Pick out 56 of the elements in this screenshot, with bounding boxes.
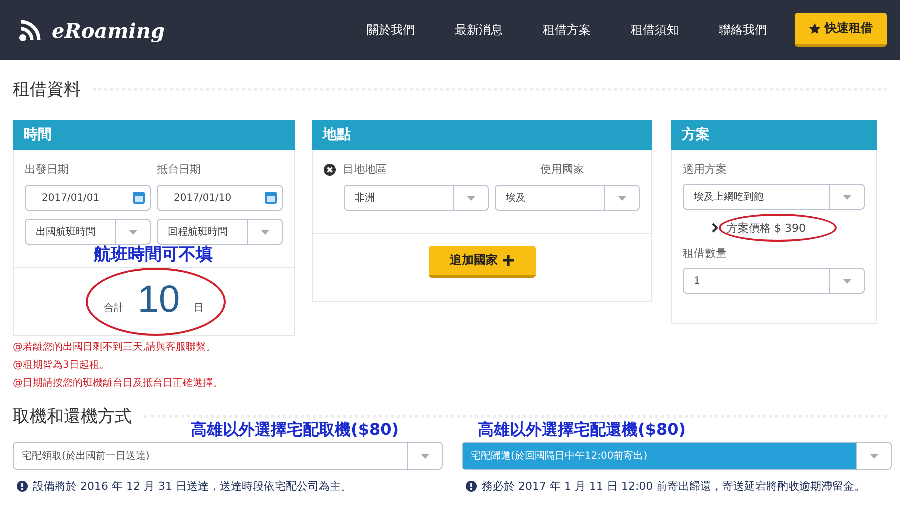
caret-icon bbox=[420, 454, 430, 458]
caret-icon bbox=[260, 230, 270, 234]
total-days: 10 bbox=[138, 279, 180, 322]
caret-icon bbox=[842, 278, 852, 284]
nav-link[interactable]: 租借須知 bbox=[631, 22, 679, 38]
panel-header: 時間 bbox=[13, 120, 295, 150]
warning-note: @日期請按您的班機離台日及抵台日正確選擇。 bbox=[13, 376, 224, 391]
nav-link[interactable]: 租借方案 bbox=[543, 22, 591, 38]
field-label: 使用國家 bbox=[540, 162, 586, 177]
logo-text[interactable]: eRoaming bbox=[52, 19, 165, 43]
caret-icon bbox=[870, 454, 878, 458]
date-field[interactable]: 2017/01/10 bbox=[157, 185, 283, 211]
total-label: 合計 bbox=[104, 302, 124, 315]
calendar-icon bbox=[133, 192, 145, 204]
add-country-button[interactable]: 追加國家 bbox=[428, 246, 536, 278]
field-label: 目地地區 bbox=[343, 162, 387, 177]
nav-link[interactable]: 最新消息 bbox=[455, 22, 503, 38]
chevron-icon bbox=[712, 223, 719, 233]
caret-icon bbox=[466, 196, 476, 200]
calendar-icon bbox=[265, 192, 277, 204]
section-title: 取機和還機方式 bbox=[13, 406, 132, 428]
info-icon bbox=[466, 481, 477, 492]
annotation-text: 航班時間可不填 bbox=[94, 244, 213, 266]
caret-icon bbox=[618, 196, 626, 200]
select-field[interactable]: 出國航班時間 bbox=[25, 219, 151, 245]
unit-label: 日 bbox=[194, 302, 204, 315]
select-field[interactable]: 埃及上網吃到飽 bbox=[683, 184, 865, 210]
caret-icon bbox=[128, 230, 138, 234]
quick-rent-button[interactable]: 快速租借 bbox=[795, 13, 887, 47]
plan-price: 方案價格 $ 390 bbox=[727, 220, 806, 236]
panel-header: 地點 bbox=[312, 120, 652, 150]
date-field[interactable]: 2017/01/01 bbox=[25, 185, 151, 211]
star-icon bbox=[809, 22, 821, 34]
delivery-note: 設備將於 2016 年 12 月 31 日送達，送達時段依宅配公司為主。 bbox=[33, 479, 352, 494]
plus-icon bbox=[503, 255, 514, 266]
info-icon bbox=[17, 481, 28, 492]
select-field[interactable]: 宅配領取(於出國前一日送達) bbox=[13, 442, 443, 470]
select-field[interactable]: 回程航班時間 bbox=[157, 219, 283, 245]
warning-note: @租期皆為3日起租。 bbox=[13, 358, 110, 373]
caret-icon bbox=[842, 194, 852, 200]
field-label: 租借數量 bbox=[683, 246, 728, 261]
annotation-text: 高雄以外選擇宅配取機($80) bbox=[190, 420, 400, 441]
field-label: 適用方案 bbox=[683, 162, 728, 177]
delivery-note: 務必於 2017 年 1 月 11 日 12:00 前寄出歸還，寄送延宕將酌收逾期滯留金。 bbox=[482, 479, 866, 494]
nav-link[interactable]: 關於我們 bbox=[367, 22, 415, 38]
field-label: 出發日期 bbox=[25, 162, 70, 177]
nav-link[interactable]: 聯絡我們 bbox=[719, 22, 767, 38]
remove-icon[interactable] bbox=[324, 164, 336, 176]
select-field[interactable]: 埃及 bbox=[495, 185, 640, 211]
annotation-text: 高雄以外選擇宅配還機($80) bbox=[477, 420, 688, 441]
section-title: 租借資料 bbox=[13, 79, 81, 101]
select-field[interactable]: 非洲 bbox=[344, 185, 489, 211]
field-label: 抵台日期 bbox=[157, 162, 202, 177]
panel-header: 方案 bbox=[671, 120, 877, 150]
select-field[interactable]: 1 bbox=[683, 268, 865, 294]
warning-note: @若離您的出國日剩不到三天,請與客服聯繫。 bbox=[13, 340, 218, 355]
